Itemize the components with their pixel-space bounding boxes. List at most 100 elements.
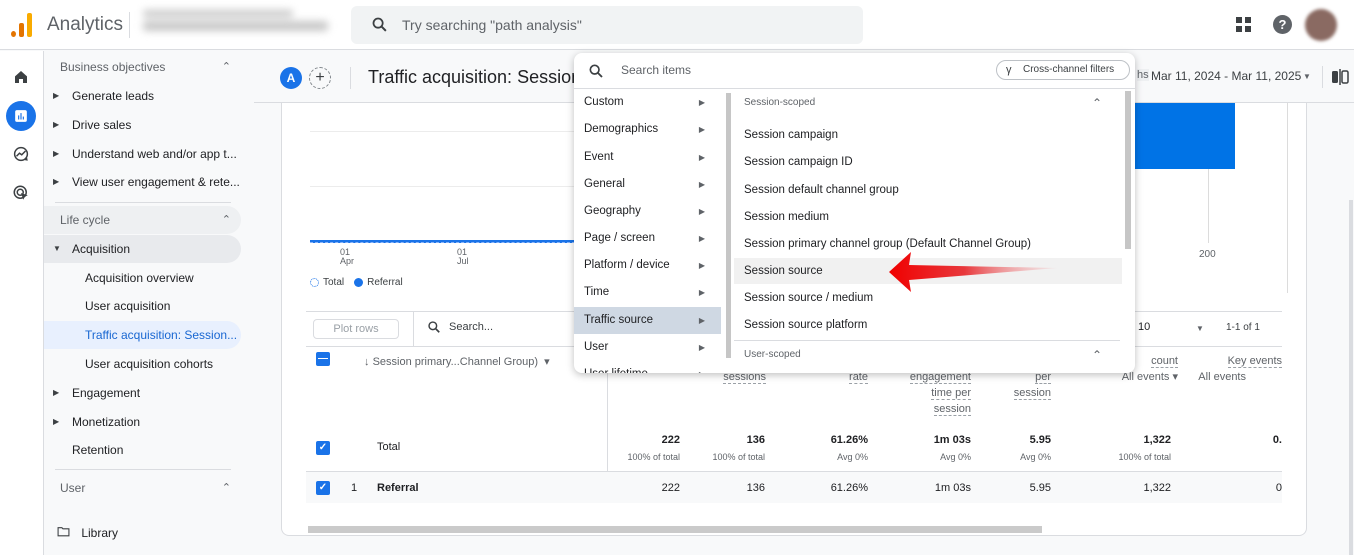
total-sub: Avg 0% xyxy=(1020,452,1051,462)
caret-down-icon[interactable]: ▼ xyxy=(1303,72,1311,81)
sidebar-item-view-user-engagement[interactable]: ▶ View user engagement & rete... xyxy=(44,168,241,196)
row-checkbox[interactable]: ✓ xyxy=(316,481,330,495)
global-search-input[interactable]: Try searching "path analysis" xyxy=(351,6,863,44)
date-range-picker[interactable]: Mar 11, 2024 - Mar 11, 2025 xyxy=(1151,69,1301,83)
total-value: 5.95 xyxy=(1029,434,1051,446)
help-icon[interactable]: ? xyxy=(1273,15,1292,34)
section-business-objectives[interactable]: Business objectives ⌃ xyxy=(44,53,241,81)
analytics-logo-icon[interactable] xyxy=(11,13,33,37)
date-preset-label[interactable]: hs xyxy=(1137,69,1149,81)
apps-icon[interactable] xyxy=(1236,17,1251,32)
chevron-up-icon: ⌃ xyxy=(221,482,231,494)
dimension-item[interactable]: Session campaign ID xyxy=(734,149,1122,175)
row-label[interactable]: Referral xyxy=(377,482,419,494)
dimension-header[interactable]: ↓ Session primary...Channel Group) ▾ xyxy=(364,355,550,368)
dimension-search-input[interactable]: Search items γ Cross-channel filters xyxy=(574,53,1135,89)
caret-down-icon[interactable]: ▼ xyxy=(1196,324,1204,333)
rows-per-page-select[interactable]: 10 xyxy=(1138,321,1150,333)
table-search-input[interactable]: Search... xyxy=(427,320,493,334)
sidebar-item-monetization[interactable]: ▶ Monetization xyxy=(44,408,241,436)
x-tick: 01 Jul xyxy=(457,247,469,266)
metric-header-events-per-session[interactable]: per session xyxy=(982,369,1051,401)
sidebar-item-user-acquisition[interactable]: User acquisition xyxy=(44,292,241,320)
dimension-item[interactable]: Session default channel group xyxy=(734,177,1122,203)
bar-axis-tick: 200 xyxy=(1199,249,1216,260)
chevron-up-icon: ⌃ xyxy=(221,61,231,73)
gridline xyxy=(310,186,610,187)
segment-badge[interactable]: A xyxy=(280,67,302,89)
section-user[interactable]: User ⌃ xyxy=(44,474,241,502)
dimension-item[interactable]: Session source platform xyxy=(734,312,1122,338)
dimension-picker: Search items γ Cross-channel filters Cus… xyxy=(574,53,1135,373)
line-series-referral xyxy=(310,240,580,243)
avatar[interactable] xyxy=(1305,9,1337,41)
item-label: Engagement xyxy=(72,386,141,400)
add-comparison-button[interactable]: + xyxy=(309,67,331,89)
item-scrollbar[interactable] xyxy=(1125,91,1131,249)
group-header-session-scoped[interactable]: Session-scoped ⌃ xyxy=(734,89,1122,117)
chevron-right-icon: ▶ xyxy=(698,288,705,297)
category-platform-device[interactable]: Platform / device ▶ xyxy=(574,252,721,279)
account-selector[interactable] xyxy=(143,6,333,42)
x-tick: 01 Apr xyxy=(340,247,355,266)
item-label: User acquisition xyxy=(85,299,171,313)
category-user[interactable]: User ▶ xyxy=(574,334,721,361)
group-header-user-scoped[interactable]: User-scoped ⌃ xyxy=(734,341,1122,369)
dimension-item[interactable]: Session medium xyxy=(734,204,1122,230)
chevron-right-icon: ▶ xyxy=(698,98,705,107)
sidebar-item-understand-web[interactable]: ▶ Understand web and/or app t... xyxy=(44,140,241,168)
row-value: 222 xyxy=(661,482,680,494)
library-link[interactable]: Library xyxy=(57,526,118,540)
category-traffic-source[interactable]: Traffic source ▶ xyxy=(574,307,721,334)
search-icon xyxy=(428,321,440,333)
category-geography[interactable]: Geography ▶ xyxy=(574,198,721,225)
legend-total-marker xyxy=(310,278,319,287)
explore-icon[interactable] xyxy=(6,139,36,169)
home-icon[interactable] xyxy=(6,62,36,92)
divider xyxy=(55,469,231,470)
sidebar-item-retention[interactable]: Retention xyxy=(44,436,241,464)
category-page-screen[interactable]: Page / screen ▶ xyxy=(574,225,721,252)
section-life-cycle[interactable]: Life cycle ⌃ xyxy=(44,206,241,234)
reports-icon[interactable] xyxy=(6,101,36,131)
annotation-arrow-icon xyxy=(889,252,1059,294)
sidebar-item-acquisition-overview[interactable]: Acquisition overview xyxy=(44,264,241,292)
total-value: 61.26% xyxy=(830,434,868,446)
page-scrollbar[interactable] xyxy=(1349,200,1353,555)
metric-header-key-events[interactable]: Key events All events xyxy=(1182,353,1282,385)
collapse-icon: ▼ xyxy=(53,244,61,253)
chevron-up-icon: ⌃ xyxy=(221,214,231,226)
expand-icon: ▶ xyxy=(53,149,60,158)
select-all-checkbox[interactable]: — xyxy=(316,352,330,366)
sidebar-item-drive-sales[interactable]: ▶ Drive sales xyxy=(44,111,241,139)
divider xyxy=(129,12,130,38)
expand-icon: ▶ xyxy=(53,91,60,100)
category-scrollbar[interactable] xyxy=(726,93,731,358)
category-demographics[interactable]: Demographics ▶ xyxy=(574,116,721,143)
category-custom[interactable]: Custom ▶ xyxy=(574,89,721,116)
category-event[interactable]: Event ▶ xyxy=(574,144,721,171)
sidebar-item-acquisition[interactable]: ▼ Acquisition xyxy=(44,235,241,263)
sidebar-item-user-acquisition-cohorts[interactable]: User acquisition cohorts xyxy=(44,350,241,378)
expand-icon: ▶ xyxy=(53,120,60,129)
divider xyxy=(55,202,231,203)
advertising-icon[interactable] xyxy=(6,178,36,208)
sidebar-item-traffic-acquisition[interactable]: Traffic acquisition: Session... xyxy=(44,321,241,349)
item-label: User acquisition cohorts xyxy=(85,357,214,371)
chevron-up-icon: ⌃ xyxy=(1091,96,1102,110)
horizontal-scrollbar[interactable] xyxy=(308,526,1042,533)
sidebar-item-generate-leads[interactable]: ▶ Generate leads xyxy=(44,82,241,110)
metric-header-avg-engagement-time[interactable]: engagement time per session xyxy=(882,369,971,417)
dimension-item[interactable]: Session campaign xyxy=(734,122,1122,148)
total-label: Total xyxy=(377,441,401,453)
plot-rows-button[interactable]: Plot rows xyxy=(313,319,399,339)
category-general[interactable]: General ▶ xyxy=(574,171,721,198)
chevron-right-icon: ▶ xyxy=(698,261,705,270)
sidebar-item-engagement[interactable]: ▶ Engagement xyxy=(44,379,241,407)
compare-icon[interactable] xyxy=(1331,69,1349,85)
chevron-right-icon: ▶ xyxy=(698,343,705,352)
category-user-lifetime[interactable]: User lifetime▶ xyxy=(574,361,721,373)
category-time[interactable]: Time ▶ xyxy=(574,279,721,306)
cross-channel-filters-button[interactable]: γ Cross-channel filters xyxy=(996,60,1130,80)
total-row-checkbox[interactable]: ✓ xyxy=(316,441,330,455)
